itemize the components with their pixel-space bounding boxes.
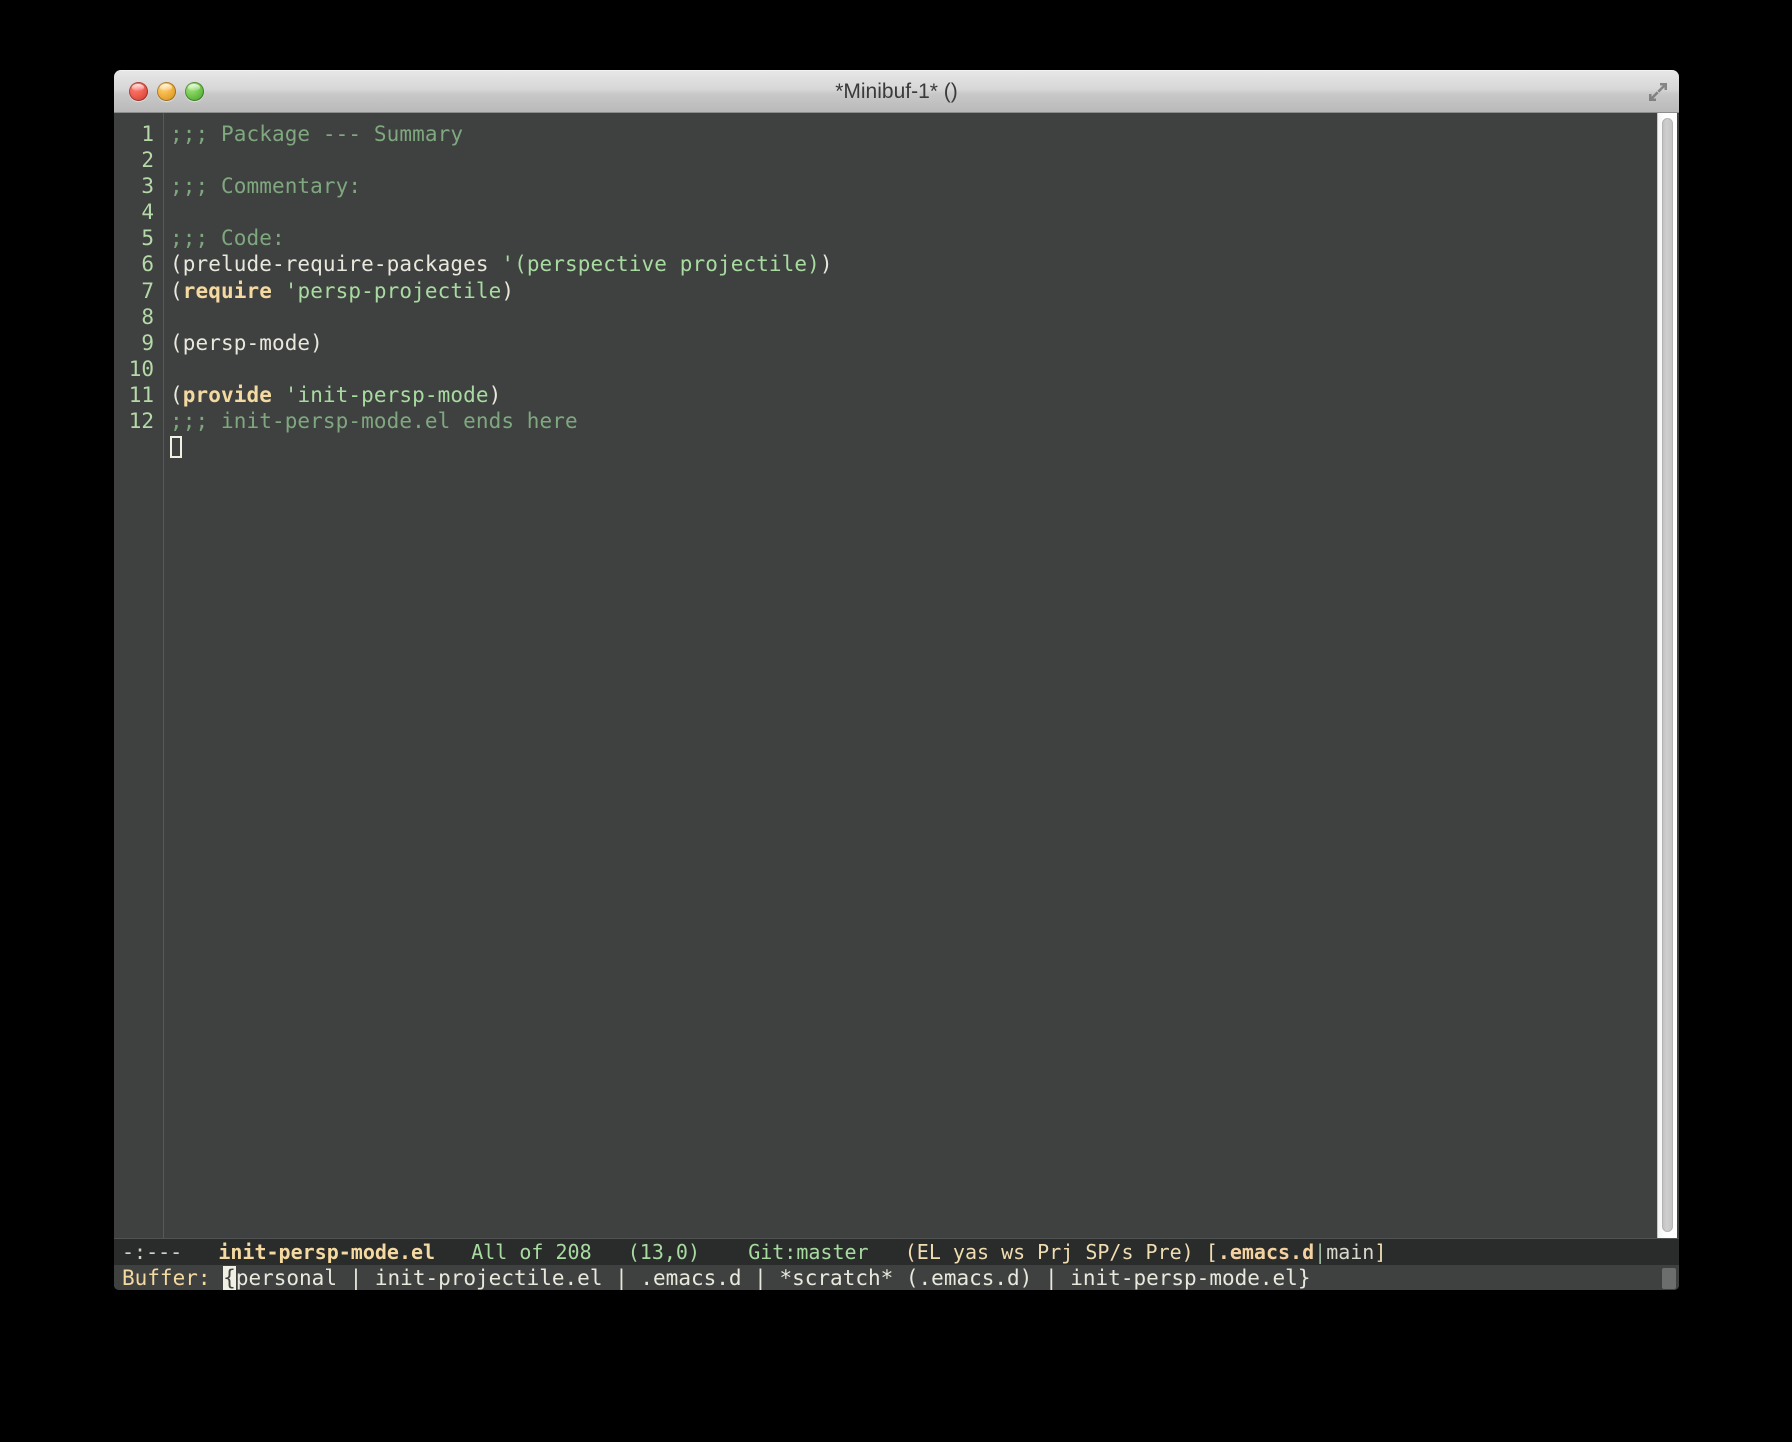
line-number: 1 bbox=[141, 122, 154, 146]
code-line[interactable]: ;;; Package --- Summary bbox=[170, 121, 1679, 147]
window-titlebar[interactable]: *Minibuf-1* () bbox=[114, 70, 1679, 113]
code-token: ( bbox=[170, 278, 183, 303]
code-token: provide bbox=[182, 382, 272, 407]
code-line[interactable] bbox=[170, 356, 1679, 382]
mode-line-gap5 bbox=[869, 1240, 905, 1264]
mode-line: -:--- init-persp-mode.el All of 208 (13,… bbox=[114, 1238, 1679, 1265]
code-token: ) bbox=[488, 382, 502, 407]
minimize-button[interactable] bbox=[157, 82, 176, 101]
close-button[interactable] bbox=[129, 82, 148, 101]
window-controls bbox=[129, 82, 204, 101]
code-token: ;;; Code: bbox=[170, 226, 285, 251]
vertical-scrollbar-thumb[interactable] bbox=[1662, 118, 1673, 1232]
line-number: 2 bbox=[141, 148, 154, 173]
code-line[interactable]: (provide 'init-persp-mode) bbox=[170, 382, 1679, 408]
mode-line-vc[interactable]: Git:master bbox=[748, 1240, 868, 1264]
line-number: 10 bbox=[128, 356, 154, 381]
code-token: 'persp-projectile bbox=[284, 278, 502, 303]
line-number: 3 bbox=[141, 174, 154, 199]
mode-line-gap2 bbox=[435, 1240, 471, 1264]
code-line[interactable] bbox=[170, 199, 1679, 225]
code-token: (prelude-require-packages bbox=[170, 252, 502, 277]
code-line[interactable] bbox=[170, 147, 1679, 173]
mode-line-persp-open: [ bbox=[1205, 1240, 1218, 1264]
mode-line-line-col: (13,0) bbox=[627, 1240, 701, 1264]
minibuffer-cursor: { bbox=[223, 1266, 236, 1290]
buffer-text-area[interactable]: 1 2 3 4 5 6 7 8 9 10 11 12 ;;; Package -… bbox=[114, 113, 1679, 1238]
zoom-button[interactable] bbox=[185, 82, 204, 101]
code-token: 'init-persp-mode bbox=[284, 382, 489, 407]
minibuffer-prompt: Buffer: bbox=[122, 1266, 224, 1290]
mode-line-persp-close: ] bbox=[1374, 1240, 1387, 1264]
mode-line-gap3 bbox=[592, 1240, 628, 1264]
code-token: ) bbox=[501, 278, 515, 303]
line-number: 11 bbox=[128, 382, 154, 407]
line-number: 6 bbox=[141, 252, 154, 277]
source-code[interactable]: ;;; Package --- Summary ;;; Commentary: … bbox=[164, 113, 1679, 1238]
mode-line-indicator: -:--- bbox=[122, 1240, 183, 1264]
code-token: ( bbox=[170, 382, 183, 407]
code-token: ;;; Commentary: bbox=[170, 174, 362, 199]
vertical-scrollbar[interactable] bbox=[1657, 113, 1677, 1238]
line-number: 9 bbox=[141, 330, 154, 355]
resize-corner-icon[interactable] bbox=[1647, 81, 1669, 103]
mode-line-gap4 bbox=[700, 1240, 748, 1264]
mode-line-minor-modes[interactable]: (EL yas ws Prj SP/s Pre) bbox=[905, 1240, 1194, 1264]
code-token: require bbox=[182, 278, 272, 303]
mode-line-buffer-name[interactable]: init-persp-mode.el bbox=[218, 1240, 435, 1264]
line-number: 12 bbox=[128, 409, 154, 434]
mode-line-persp-project[interactable]: .emacs.d bbox=[1218, 1240, 1314, 1264]
code-line[interactable]: ;;; Commentary: bbox=[170, 173, 1679, 199]
window-title: *Minibuf-1* () bbox=[835, 79, 958, 103]
minibuffer-value[interactable]: personal | init-projectile.el | .emacs.d… bbox=[236, 1266, 1311, 1290]
code-token: ;;; Package --- Summary bbox=[170, 122, 464, 146]
cursor-line[interactable] bbox=[170, 434, 1679, 460]
code-token: ;;; init-persp-mode.el ends here bbox=[170, 409, 578, 434]
code-line[interactable]: (prelude-require-packages '(perspective … bbox=[170, 251, 1679, 277]
mode-line-persp-name[interactable]: main bbox=[1326, 1240, 1374, 1264]
code-line[interactable]: (require 'persp-projectile) bbox=[170, 278, 1679, 304]
minibuffer-scrollbar[interactable] bbox=[1662, 1268, 1676, 1289]
code-token: (persp-mode) bbox=[170, 330, 323, 355]
code-line[interactable]: (persp-mode) bbox=[170, 330, 1679, 356]
emacs-window: *Minibuf-1* () 1 2 3 4 5 6 7 8 9 10 11 1… bbox=[114, 70, 1679, 1290]
mode-line-persp-sep: | bbox=[1314, 1240, 1327, 1264]
mode-line-position: All of 208 bbox=[471, 1240, 592, 1264]
code-line[interactable]: ;;; Code: bbox=[170, 225, 1679, 251]
code-token: ) bbox=[819, 252, 833, 277]
text-cursor bbox=[170, 436, 182, 459]
line-number: 4 bbox=[141, 200, 154, 225]
line-number: 8 bbox=[141, 304, 154, 329]
mode-line-gap6 bbox=[1194, 1240, 1206, 1264]
line-number-gutter: 1 2 3 4 5 6 7 8 9 10 11 12 bbox=[114, 113, 164, 1238]
code-line[interactable]: ;;; init-persp-mode.el ends here bbox=[170, 408, 1679, 434]
mode-line-gap1 bbox=[182, 1240, 218, 1264]
minibuffer[interactable]: Buffer: {personal | init-projectile.el |… bbox=[114, 1265, 1679, 1290]
emacs-frame: 1 2 3 4 5 6 7 8 9 10 11 12 ;;; Package -… bbox=[114, 113, 1679, 1290]
code-token: '(perspective projectile) bbox=[501, 252, 820, 277]
line-number: 7 bbox=[141, 278, 154, 303]
code-line[interactable] bbox=[170, 304, 1679, 330]
line-number: 5 bbox=[141, 226, 154, 251]
